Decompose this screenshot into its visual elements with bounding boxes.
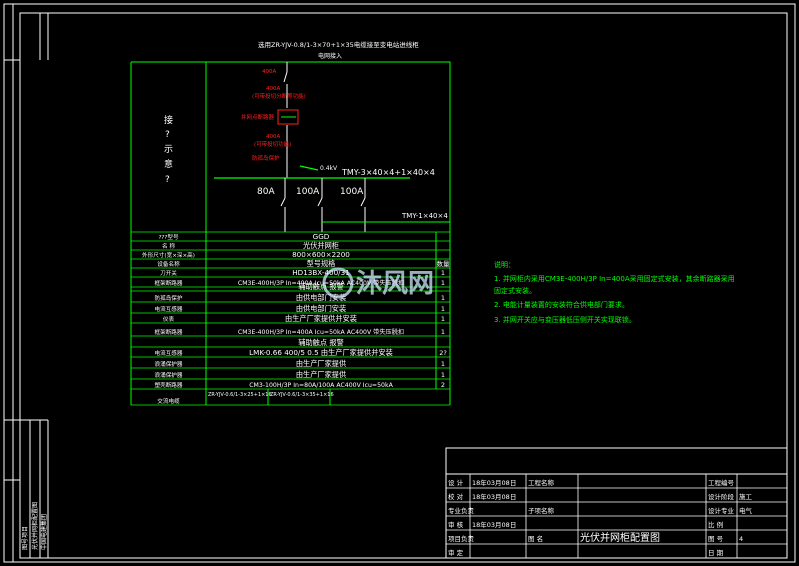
title-block-cell: 设 计 [448, 478, 464, 487]
title-block-cell: 工程编号 [708, 478, 735, 487]
row-label: ???型号 [158, 233, 179, 241]
row-qty: 数量 [437, 259, 451, 268]
left-note-3: 示 [164, 145, 173, 155]
title-block-cell: 18年03月08日 [472, 520, 516, 529]
branch-label-1: 80A [257, 187, 275, 197]
cable-spec: ZR-YJV-0.6/1-3×35+1×16 [270, 392, 334, 398]
notes-line-2: 固定式安装。 [494, 286, 536, 295]
row-label: 浪涌保护器 [155, 371, 183, 379]
red-label-3: (可带投切分断等功能) [252, 92, 306, 100]
red-label-7: 防孤岛保护 [252, 154, 280, 162]
red-label-2: 400A [266, 86, 280, 92]
notes-line-1: 1. 并网柜内采用CM3E-400H/3P In=400A采用固定式安装，其余断… [494, 274, 735, 283]
cable-spec: ZR-YJV-0.6/1-3×25+1×16 [208, 392, 272, 398]
notes-line-4: 3. 并网开关应与变压器低压侧开关实现联锁。 [494, 315, 636, 324]
row-qty: 1 [441, 294, 445, 302]
row-value: 由生产厂家提供 [296, 359, 346, 368]
row-qty: 1 [441, 279, 445, 287]
red-label-6: (可带投切功能) [254, 140, 291, 148]
left-note-1: 接 [164, 114, 173, 126]
row-qty: 1 [441, 269, 445, 277]
row-value: 由生产厂家提供 [296, 370, 346, 379]
bus-left-label: 0.4kV [320, 165, 338, 172]
bus-right-label: TMY-3×40×4+1×40×4 [341, 168, 435, 177]
title-block-cell: 设计专业 [708, 506, 735, 515]
red-label-4: 并网点断路器 [241, 113, 275, 121]
row-value: CM3E-400H/3P In=400A Icu=50kA AC400V 带失压… [238, 328, 404, 336]
title-block-cell: 项目负责 [448, 534, 475, 543]
row-qty: 2? [439, 349, 447, 357]
diagram-title: 选用ZR-YJV-0.8/1-3×70+1×35电缆接至变电站进线柜 [258, 40, 419, 49]
row-qty: 1 [441, 328, 445, 336]
row-label: 塑壳断路器 [155, 381, 183, 389]
title-block-cell: 4 [739, 535, 743, 543]
row-qty: 2 [441, 381, 445, 389]
title-block-cell: 子项名称 [528, 506, 555, 515]
row-label: 浪涌保护器 [155, 360, 183, 368]
branch-label-2: 100A [296, 187, 320, 197]
row-value: LMK-0.66 400/5 0.5 由生产厂家提供并安装 [249, 348, 393, 357]
row-qty: 1 [441, 371, 445, 379]
left-note-5: ? [165, 175, 170, 185]
row-label: 防孤岛保护 [155, 294, 183, 302]
row-label: 外形尺寸(宽×深×高) [142, 251, 195, 259]
row-value: 型号规格 [307, 259, 337, 268]
branch-label-3: 100A [340, 187, 364, 197]
red-label-5: 400A [266, 134, 280, 140]
row-label: 电流互感器 [155, 349, 183, 357]
left-note-4: 意 [164, 158, 173, 170]
red-label-1: 400A [262, 69, 276, 75]
title-block-cell: 日 期 [708, 549, 724, 557]
row-value: CM3-100H/3P In=80A/100A AC400V Icu=50kA [249, 382, 393, 389]
row-value: 由生产厂家提供并安装 [285, 314, 357, 323]
title-block-cell: 设计阶段 [708, 492, 735, 501]
lower-bus-label: TMY-1×40×4 [401, 212, 448, 220]
row-label: 刀开关 [160, 269, 177, 277]
title-block-cell: 图 名 [528, 534, 543, 543]
watermark-text: 沐风网 [356, 269, 434, 299]
row-label: 框架断路器 [155, 279, 183, 287]
row-label: 仪表 [163, 315, 175, 323]
row-label: 名 称 [162, 242, 175, 250]
row-value: GGD [313, 232, 330, 241]
row-label: 设备名称 [157, 260, 180, 268]
title-block-cell: 施工 [739, 492, 753, 501]
row-value: 由供电部门安装 [296, 304, 346, 313]
notes-line-3: 2. 电能计量装置的安装符合供电部门要求。 [494, 300, 629, 309]
row-qty: 1 [441, 315, 445, 323]
title-block-cell: 工程名称 [528, 478, 555, 487]
title-block-cell: 专业负责 [448, 506, 475, 515]
title-block-cell: 审 核 [448, 520, 464, 529]
row-label: 框架断路器 [155, 328, 183, 336]
title-block-cell: 光伏并网柜配置图 [580, 531, 660, 544]
row-value: 辅助触点 报警 [298, 282, 343, 291]
bus-label: 电网接入 [318, 52, 342, 60]
notes-heading: 说明： [494, 260, 515, 269]
title-block-cell: 18年03月08日 [472, 492, 516, 501]
title-block-cell: 18年03月08日 [472, 478, 516, 487]
row-label: 电流互感器 [155, 305, 183, 313]
side-strip-text-3: 中国电建集团 [40, 514, 48, 550]
row-qty: 1 [441, 305, 445, 313]
side-strip-text-1: 图号项目 [22, 526, 29, 550]
title-block-cell: 电气 [739, 506, 753, 515]
row-value: 800×600×2200 [292, 250, 350, 259]
row-qty: 1 [441, 360, 445, 368]
row-label: 交流电缆 [157, 397, 180, 405]
row-value: 辅助触点 报警 [298, 338, 343, 347]
side-strip-text-2: 光伏并网柜配置图 [31, 502, 39, 550]
title-block-cell: 图 号 [708, 535, 724, 543]
drawing-canvas: 图号项目 光伏并网柜配置图 中国电建集团 选用ZR-YJV-0.8/1-3×70… [0, 0, 799, 566]
left-note-2: ? [165, 130, 170, 140]
title-block-cell: 比 例 [708, 520, 723, 529]
title-block-cell: 校 对 [448, 492, 464, 501]
row-value: 光伏并网柜 [303, 241, 339, 250]
title-block-cell: 审 定 [448, 548, 464, 557]
